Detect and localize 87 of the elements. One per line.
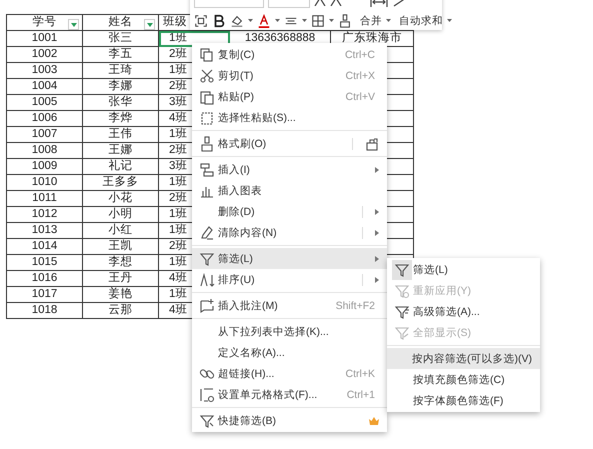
sort-icon bbox=[199, 272, 215, 288]
table-cell: 王琦 bbox=[82, 62, 158, 78]
caret-icon[interactable] bbox=[302, 19, 307, 22]
table-cell: 1012 bbox=[6, 206, 82, 222]
table-cell: 1011 bbox=[6, 190, 82, 206]
table-cell: 王多多 bbox=[82, 174, 158, 190]
caret-icon[interactable] bbox=[248, 19, 253, 22]
menu-item[interactable]: 按字体颜色筛选(F) bbox=[387, 390, 540, 411]
menu-item[interactable]: 定义名称(A)... bbox=[192, 342, 387, 363]
toolbar-button[interactable]: 合并 bbox=[356, 14, 382, 28]
caret-icon bbox=[146, 22, 152, 26]
table-cell: 姜艳 bbox=[82, 286, 158, 302]
advanced-filter-icon bbox=[394, 304, 410, 320]
fill-color-icon[interactable] bbox=[230, 14, 244, 28]
filter-icon bbox=[199, 250, 215, 266]
insert-icon bbox=[199, 162, 215, 178]
eraser-icon bbox=[199, 224, 215, 240]
table-cell: 1008 bbox=[6, 142, 82, 158]
crown-icon bbox=[369, 416, 379, 424]
menu-item[interactable]: 按内容筛选(可以多选)(V) bbox=[387, 348, 540, 369]
table-cell: 王娜 bbox=[82, 142, 158, 158]
show-all-icon bbox=[394, 324, 410, 340]
filter-dropdown-button[interactable] bbox=[144, 19, 155, 30]
table-cell: 云那 bbox=[82, 302, 158, 318]
paste-icon bbox=[199, 88, 215, 104]
menu-item[interactable]: 超链接(H)... Ctrl+K bbox=[192, 363, 387, 384]
menu-item[interactable]: 插入批注(M) Shift+F2 bbox=[192, 295, 387, 316]
table-cell: 小红 bbox=[82, 222, 158, 238]
border-icon[interactable] bbox=[311, 14, 325, 28]
format-painter-icon bbox=[199, 136, 215, 152]
menu-item[interactable]: 设置单元格格式(F)... Ctrl+1 bbox=[192, 384, 387, 405]
filter-dropdown-button[interactable] bbox=[68, 19, 79, 30]
menu-item[interactable]: 格式刷(O) bbox=[192, 133, 387, 154]
quick-filter-icon bbox=[199, 412, 215, 428]
reapply-filter-icon bbox=[394, 282, 410, 298]
table-cell: 1010 bbox=[6, 174, 82, 190]
table-cell: 1014 bbox=[6, 238, 82, 254]
menu-item[interactable]: 筛选(L) bbox=[192, 248, 387, 269]
menu-item[interactable]: 高级筛选(A)... bbox=[387, 301, 540, 322]
format-painter-icon[interactable] bbox=[338, 14, 352, 28]
table-cell: 李想 bbox=[82, 254, 158, 270]
table-cell: 王凯 bbox=[82, 238, 158, 254]
table-cell: 1005 bbox=[6, 94, 82, 110]
table-cell: 王丹 bbox=[82, 270, 158, 286]
caret-icon[interactable] bbox=[329, 19, 334, 22]
comment-icon bbox=[199, 298, 215, 314]
table-cell: 1007 bbox=[6, 126, 82, 142]
toolbar-button[interactable]: 自动求和 bbox=[395, 14, 443, 28]
table-cell: 1013 bbox=[6, 222, 82, 238]
table-cell: 李娜 bbox=[82, 78, 158, 94]
cell-format-icon bbox=[199, 386, 215, 402]
font-color-icon[interactable] bbox=[257, 14, 271, 28]
scissors-icon bbox=[199, 68, 215, 84]
copy-icon bbox=[199, 46, 215, 62]
table-cell: 1001 bbox=[6, 30, 82, 46]
table-cell: 王伟 bbox=[82, 126, 158, 142]
table-cell: 1016 bbox=[6, 270, 82, 286]
menu-item[interactable]: 插入(I) bbox=[192, 159, 387, 180]
table-cell: 1015 bbox=[6, 254, 82, 270]
table-cell: 小明 bbox=[82, 206, 158, 222]
caret-icon[interactable] bbox=[275, 19, 280, 22]
table-cell: 李烨 bbox=[82, 110, 158, 126]
table-cell: 1003 bbox=[6, 62, 82, 78]
table-cell: 1004 bbox=[6, 78, 82, 94]
table-cell: 1009 bbox=[6, 158, 82, 174]
table-cell: 1018 bbox=[6, 302, 82, 318]
menu-item[interactable]: 筛选(L) bbox=[387, 259, 540, 280]
table-cell: 1002 bbox=[6, 46, 82, 62]
caret-icon[interactable] bbox=[447, 19, 452, 22]
table-cell: 小花 bbox=[82, 190, 158, 206]
paste-special-icon bbox=[199, 110, 215, 126]
caret-icon[interactable] bbox=[386, 19, 391, 22]
caret-icon bbox=[70, 22, 76, 26]
menu-item[interactable]: 快捷筛选(B) bbox=[192, 410, 387, 431]
column-header: 学号 bbox=[6, 14, 82, 30]
filter-icon bbox=[394, 262, 410, 278]
bold-icon[interactable] bbox=[212, 14, 226, 28]
menu-item[interactable]: 按填充颜色筛选(C) bbox=[387, 369, 540, 390]
table-cell: 张华 bbox=[82, 94, 158, 110]
select-icon[interactable] bbox=[194, 14, 208, 28]
table-cell: 1017 bbox=[6, 286, 82, 302]
table-cell: 1006 bbox=[6, 110, 82, 126]
table-cell: 李五 bbox=[82, 46, 158, 62]
table-cell: 张三 bbox=[82, 30, 158, 46]
table-cell: 礼记 bbox=[82, 158, 158, 174]
menu-item[interactable]: 从下拉列表中选择(K)... bbox=[192, 321, 387, 342]
column-header: 姓名 bbox=[82, 14, 158, 30]
